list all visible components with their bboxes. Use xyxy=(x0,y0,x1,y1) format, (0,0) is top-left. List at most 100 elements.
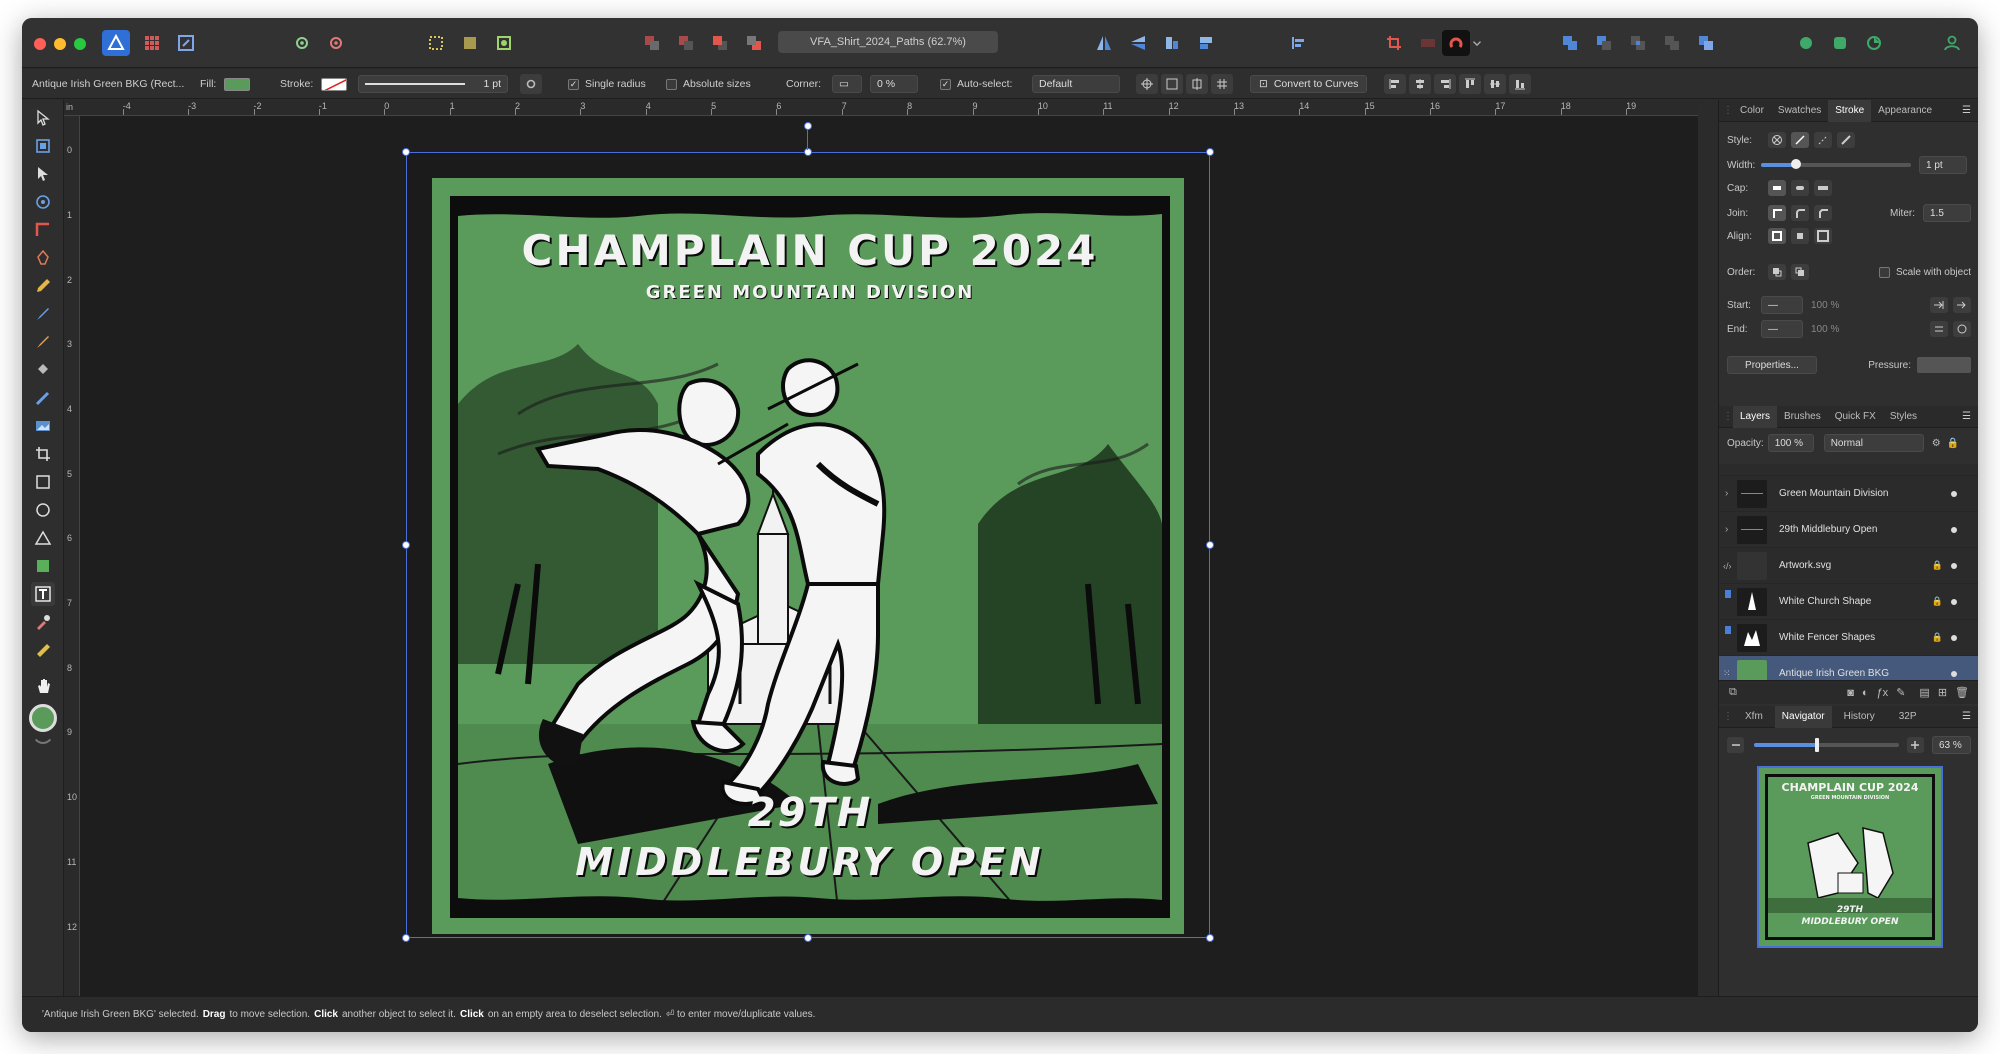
boolean-intersect-icon[interactable] xyxy=(1624,30,1652,56)
layer-lock-icon[interactable]: 🔒 xyxy=(1932,632,1943,643)
visibility-dot-icon[interactable] xyxy=(1951,562,1957,569)
tab-appearance[interactable]: Appearance xyxy=(1871,100,1939,122)
snapping-magnet-icon[interactable] xyxy=(1442,30,1470,56)
transparency-tool-icon[interactable] xyxy=(31,386,55,410)
layer-lock-icon[interactable]: 🔒 xyxy=(1932,596,1943,607)
arrange-backward-icon[interactable] xyxy=(672,30,700,56)
end-arrowhead-dropdown[interactable]: — xyxy=(1761,320,1803,338)
vertical-ruler[interactable]: 0 1 2 3 4 5 6 7 8 9 10 11 12 xyxy=(64,116,80,996)
tab-history[interactable]: History xyxy=(1832,706,1887,728)
arrowhead-direction-icon[interactable] xyxy=(1953,297,1971,313)
start-arrowhead-dropdown[interactable]: — xyxy=(1761,296,1803,314)
tab-layers[interactable]: Layers xyxy=(1733,405,1778,428)
delete-icon[interactable]: 🗑 xyxy=(1955,686,1969,699)
artboard-tool-icon[interactable] xyxy=(31,134,55,158)
selection-handle[interactable] xyxy=(1206,934,1214,942)
layer-row[interactable]: › 29th Middlebury Open xyxy=(1719,512,1978,548)
tab-xfm[interactable]: Xfm xyxy=(1733,706,1775,728)
user-account-icon[interactable] xyxy=(1938,30,1966,56)
expand-chevron-icon[interactable]: › xyxy=(1725,488,1728,499)
rotate-left-icon[interactable] xyxy=(1158,30,1186,56)
round-cap-icon[interactable] xyxy=(1791,180,1809,196)
pressure-graph[interactable] xyxy=(1917,357,1971,373)
stroke-width-field[interactable]: 1 pt xyxy=(358,75,508,93)
blend-mode-dropdown[interactable]: Normal xyxy=(1823,434,1924,452)
expand-chevron-icon[interactable]: › xyxy=(1725,524,1728,535)
crop-tool-icon[interactable] xyxy=(31,442,55,466)
align-right-icon[interactable] xyxy=(1434,74,1456,94)
layers-menu-icon[interactable]: ☰ xyxy=(1962,411,1971,422)
arrange-front-icon[interactable] xyxy=(740,30,768,56)
flip-horizontal-icon[interactable] xyxy=(1090,30,1118,56)
align-left-icon[interactable] xyxy=(1384,74,1406,94)
properties-button[interactable]: Properties... xyxy=(1727,356,1817,374)
layer-row[interactable]: White Fencer Shapes 🔒 xyxy=(1719,620,1978,656)
stroke-swatch[interactable] xyxy=(321,77,348,91)
layer-lock-icon[interactable]: 🔒 xyxy=(1932,560,1943,571)
transform-origin-icon[interactable] xyxy=(1136,74,1158,94)
layer-row[interactable]: › Green Mountain Division xyxy=(1719,476,1978,512)
minimize-window-button[interactable] xyxy=(54,38,66,50)
solid-line-icon[interactable] xyxy=(1791,132,1809,148)
scale-with-object-checkbox[interactable] xyxy=(1878,266,1890,278)
snap-center-icon[interactable] xyxy=(1186,74,1208,94)
move-tool-icon[interactable] xyxy=(31,106,55,130)
tab-stroke[interactable]: Stroke xyxy=(1828,99,1872,122)
align-bottom-icon[interactable] xyxy=(1509,74,1531,94)
view-mode-icon[interactable] xyxy=(1792,30,1820,56)
close-window-button[interactable] xyxy=(34,38,46,50)
width-field[interactable]: 1 pt xyxy=(1919,156,1967,174)
layer-row[interactable]: ‹/› Artwork.svg 🔒 xyxy=(1719,548,1978,584)
crop-icon[interactable] xyxy=(1380,30,1408,56)
align-stroke-outside-icon[interactable] xyxy=(1814,228,1832,244)
visibility-dot-icon[interactable] xyxy=(1951,670,1957,677)
align-stroke-inside-icon[interactable] xyxy=(1791,228,1809,244)
text-tool-icon[interactable] xyxy=(31,582,55,606)
zoom-in-icon[interactable] xyxy=(1906,737,1924,753)
zoom-slider-handle[interactable] xyxy=(1815,738,1820,752)
navigator-menu-icon[interactable]: ☰ xyxy=(1962,711,1971,722)
align-top-icon[interactable] xyxy=(1459,74,1481,94)
zoom-slider[interactable] xyxy=(1754,738,1899,752)
square-cap-icon[interactable] xyxy=(1814,180,1832,196)
width-slider[interactable] xyxy=(1761,159,1911,169)
selection-handle[interactable] xyxy=(804,934,812,942)
no-stroke-icon[interactable] xyxy=(1768,132,1786,148)
pen-tool-icon[interactable] xyxy=(31,246,55,270)
visibility-dot-icon[interactable] xyxy=(1951,490,1957,497)
selection-handle[interactable] xyxy=(1206,541,1214,549)
ellipse-tool-icon[interactable] xyxy=(31,498,55,522)
swap-arrowheads-icon[interactable] xyxy=(1930,321,1948,337)
paint-brush-icon[interactable] xyxy=(31,330,55,354)
visibility-dot-icon[interactable] xyxy=(1951,598,1957,605)
visibility-dot-icon[interactable] xyxy=(1951,526,1957,533)
fill-swatch[interactable] xyxy=(224,77,251,91)
settings-gear-icon[interactable] xyxy=(288,30,316,56)
grid-icon[interactable] xyxy=(1211,74,1233,94)
chevron-down-icon[interactable] xyxy=(1470,30,1484,56)
boolean-add-icon[interactable] xyxy=(1556,30,1584,56)
triangle-tool-icon[interactable] xyxy=(31,526,55,550)
end-scale-field[interactable]: 100 % xyxy=(1811,324,1839,335)
arrowhead-align-icon[interactable] xyxy=(1953,321,1971,337)
add-layer-icon[interactable]: ▤ xyxy=(1919,686,1929,699)
arrange-forward-icon[interactable] xyxy=(706,30,734,56)
align-icon[interactable] xyxy=(1284,30,1312,56)
opacity-field[interactable]: 100 % xyxy=(1767,434,1814,452)
canvas[interactable]: CHAMPLAIN CUP 2024 GREEN MOUNTAIN DIVISI… xyxy=(80,116,1698,996)
tab-32p[interactable]: 32P xyxy=(1887,706,1929,728)
color-picker-icon[interactable] xyxy=(31,610,55,634)
insert-inside-icon[interactable] xyxy=(456,30,484,56)
brush-icon[interactable]: ✎ xyxy=(1896,686,1905,699)
align-stroke-center-icon[interactable] xyxy=(1768,228,1786,244)
miter-join-icon[interactable] xyxy=(1768,205,1786,221)
selection-handle[interactable] xyxy=(402,148,410,156)
auto-select-checkbox[interactable]: ✓ xyxy=(940,78,951,90)
corner-type-dropdown[interactable]: ▭ xyxy=(832,75,862,93)
group-icon[interactable]: ⊞ xyxy=(1938,686,1947,699)
rotation-handle[interactable] xyxy=(804,122,812,130)
bbox-icon[interactable] xyxy=(1161,74,1183,94)
stroke-front-fill-icon[interactable] xyxy=(1791,264,1809,280)
place-image-icon[interactable] xyxy=(31,414,55,438)
affinity-designer-icon[interactable] xyxy=(102,30,130,56)
